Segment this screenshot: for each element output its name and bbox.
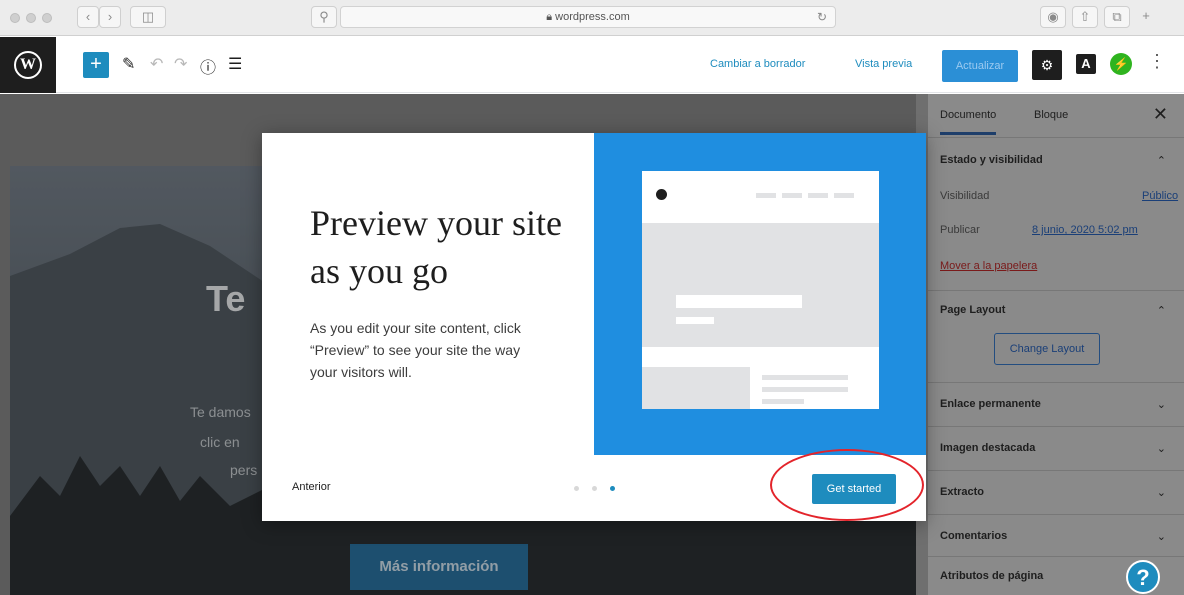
update-button[interactable]: Actualizar xyxy=(942,50,1018,82)
panel-page-attributes[interactable]: Atributos de página xyxy=(940,570,1043,582)
site-mockup xyxy=(642,171,879,409)
change-layout-button[interactable]: Change Layout xyxy=(994,333,1100,365)
search-icon[interactable]: ⚲ xyxy=(311,6,337,28)
address-bar[interactable]: 🔒︎ wordpress.com ↻ xyxy=(340,6,836,28)
zoom-window-button[interactable] xyxy=(42,13,52,23)
modal-content: Preview your site as you go As you edit … xyxy=(262,133,594,455)
previous-button[interactable]: Anterior xyxy=(292,481,331,493)
edit-tools-icon[interactable]: ✎ xyxy=(122,54,135,74)
switch-to-draft-button[interactable]: Cambiar a borrador xyxy=(710,58,805,70)
settings-gear-icon[interactable]: ⚙ xyxy=(1032,50,1062,80)
visibility-label: Visibilidad xyxy=(940,190,990,202)
more-options-icon[interactable]: ⋮ xyxy=(1148,51,1166,72)
browser-chrome: ‹ › ◫ ⚲ 🔒︎ wordpress.com ↻ ◉ ⇧ ⧉ + xyxy=(0,0,1184,36)
forward-icon[interactable]: › xyxy=(99,6,121,28)
preview-illustration xyxy=(594,133,926,455)
url-text: 🔒︎ wordpress.com xyxy=(546,11,630,23)
outline-icon[interactable]: ☰ xyxy=(228,54,242,74)
screen: ‹ › ◫ ⚲ 🔒︎ wordpress.com ↻ ◉ ⇧ ⧉ + W + ✎… xyxy=(0,0,1184,595)
jetpack-icon[interactable]: ⚡ xyxy=(1110,53,1132,75)
preview-button[interactable]: Vista previa xyxy=(855,58,912,70)
annotation-circle xyxy=(770,449,924,521)
modal-description: As you edit your site content, click “Pr… xyxy=(310,320,521,380)
help-icon[interactable]: ? xyxy=(1126,560,1160,594)
tab-block[interactable]: Bloque xyxy=(1034,109,1068,121)
status-visibility-heading[interactable]: Estado y visibilidad xyxy=(940,154,1043,166)
publish-date-link[interactable]: 8 junio, 2020 5:02 pm xyxy=(1032,224,1138,236)
publish-label: Publicar xyxy=(940,224,980,236)
tab-document[interactable]: Documento xyxy=(940,109,997,135)
move-to-trash-link[interactable]: Mover a la papelera xyxy=(940,260,1037,272)
visibility-link[interactable]: Público xyxy=(1142,190,1178,202)
wordpress-logo-icon[interactable]: W xyxy=(0,37,56,93)
close-window-button[interactable] xyxy=(10,13,20,23)
sidebar-toggle-icon[interactable]: ◫ xyxy=(130,6,166,28)
privacy-icon[interactable]: ◉ xyxy=(1040,6,1066,28)
panel-permalink[interactable]: Enlace permanente xyxy=(940,398,1041,410)
modal-title: Preview your site as you go xyxy=(310,203,562,291)
info-icon[interactable]: ⓘ xyxy=(200,54,216,78)
undo-icon[interactable]: ↶ xyxy=(150,54,163,74)
minimize-window-button[interactable] xyxy=(26,13,36,23)
chevron-down-icon[interactable]: ⌄ xyxy=(1157,486,1166,499)
chevron-down-icon[interactable]: ⌄ xyxy=(1157,398,1166,411)
divider xyxy=(928,470,1184,471)
divider xyxy=(928,382,1184,383)
chevron-up-icon[interactable]: ⌃ xyxy=(1157,304,1166,317)
settings-sidebar: Documento Bloque ✕ Estado y visibilidad … xyxy=(928,94,1184,595)
chevron-down-icon[interactable]: ⌄ xyxy=(1157,530,1166,543)
divider xyxy=(928,514,1184,515)
new-tab-icon[interactable]: + xyxy=(1136,6,1156,28)
panel-featured-image[interactable]: Imagen destacada xyxy=(940,442,1035,454)
chevron-down-icon[interactable]: ⌄ xyxy=(1157,442,1166,455)
chevron-up-icon[interactable]: ⌃ xyxy=(1157,154,1166,167)
page-dot-1[interactable] xyxy=(574,486,579,491)
divider xyxy=(928,426,1184,427)
page-dot-3[interactable] xyxy=(610,486,615,491)
share-icon[interactable]: ⇧ xyxy=(1072,6,1098,28)
add-block-button[interactable]: + xyxy=(83,52,109,78)
redo-icon[interactable]: ↷ xyxy=(174,54,187,74)
a-button[interactable]: A xyxy=(1076,54,1096,74)
divider xyxy=(928,556,1184,557)
editor-toolbar: W + ✎ ↶ ↷ ⓘ ☰ Cambiar a borrador Vista p… xyxy=(0,37,1184,93)
divider xyxy=(928,290,1184,291)
tabs-icon[interactable]: ⧉ xyxy=(1104,6,1130,28)
panel-comments[interactable]: Comentarios xyxy=(940,530,1007,542)
page-dot-2[interactable] xyxy=(592,486,597,491)
panel-excerpt[interactable]: Extracto xyxy=(940,486,984,498)
page-layout-heading[interactable]: Page Layout xyxy=(940,304,1005,316)
sidebar-tabs: Documento Bloque ✕ xyxy=(928,94,1184,138)
close-icon[interactable]: ✕ xyxy=(1153,104,1168,125)
back-icon[interactable]: ‹ xyxy=(77,6,99,28)
reload-icon[interactable]: ↻ xyxy=(817,10,827,24)
lock-icon: 🔒︎ xyxy=(546,11,556,23)
